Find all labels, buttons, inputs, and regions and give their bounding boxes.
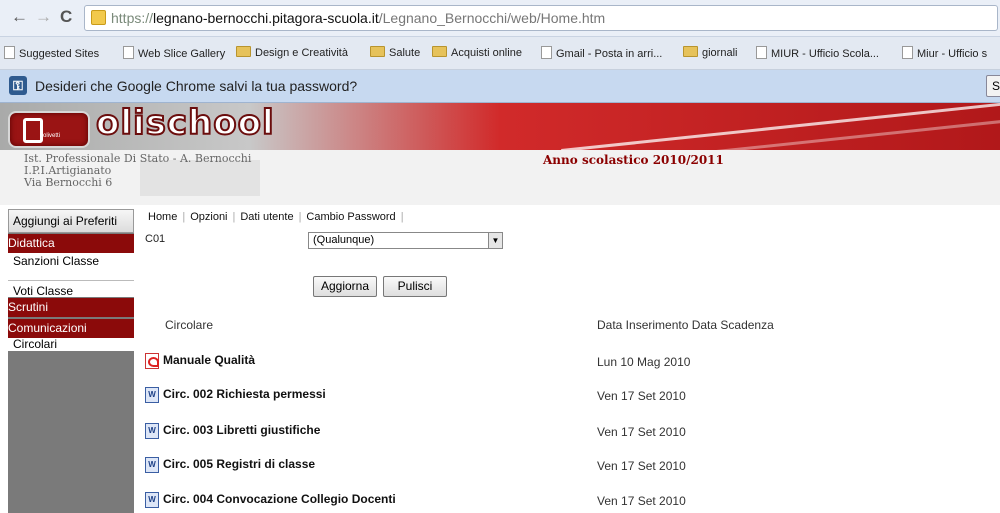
pdf-icon [145, 353, 159, 369]
bookmarks-bar: Suggested Sites Web Slice Gallery Design… [0, 37, 1000, 70]
sidebar-section-didattica[interactable]: Didattica [8, 234, 134, 253]
save-password-button[interactable]: S [986, 75, 1000, 97]
school-year: Anno scolastico 2010/2011 [543, 153, 724, 167]
column-header-dates: Data Inserimento Data Scadenza [597, 318, 774, 332]
word-doc-icon: W [145, 457, 159, 473]
address-bar[interactable]: https://legnano-bernocchi.pitagora-scuol… [84, 5, 998, 31]
sidebar-item-circolari[interactable]: Circolari [8, 338, 134, 351]
security-warning-icon [91, 10, 106, 25]
insertion-date: Lun 10 Mag 2010 [597, 355, 691, 369]
reload-icon[interactable]: C [60, 7, 72, 27]
menu-cambio-password[interactable]: Cambio Password [306, 211, 395, 223]
select-value: (Qualunque) [313, 234, 375, 246]
folder-icon [370, 46, 385, 57]
insertion-date: Ven 17 Set 2010 [597, 389, 686, 403]
circolare-title-link[interactable]: Circ. 003 Libretti giustifiche [163, 423, 320, 437]
folder-icon [683, 46, 698, 57]
school-info: Ist. Professionale Di Stato - A. Bernocc… [24, 153, 251, 189]
site-banner: olivetti olischool [0, 103, 1000, 150]
bookmark-acquisti-online[interactable]: Acquisti online [432, 46, 522, 59]
chevron-down-icon[interactable]: ▼ [488, 233, 502, 248]
key-icon: ⚿ [9, 76, 27, 95]
circolare-title-link[interactable]: Circ. 004 Convocazione Collegio Docenti [163, 492, 396, 506]
url-protocol: https:// [111, 10, 154, 26]
bookmark-miur-ufficio-scola[interactable]: MIUR - Ufficio Scola... [756, 46, 879, 60]
top-menu: Home | Opzioni | Dati utente | Cambio Password… [148, 211, 404, 223]
add-to-favorites-button[interactable]: Aggiungi ai Preferiti [8, 209, 134, 233]
url-host: legnano-bernocchi.pitagora-scuola.it [153, 10, 379, 26]
page-icon [4, 46, 15, 59]
circolare-title-link[interactable]: Circ. 005 Registri di classe [163, 457, 315, 471]
sidebar: Aggiungi ai Preferiti Didattica Sanzioni… [8, 209, 134, 513]
menu-opzioni[interactable]: Opzioni [190, 211, 227, 223]
olivetti-logo: olivetti [8, 111, 90, 148]
school-address: Via Bernocchi 6 [24, 176, 113, 189]
page-icon [541, 46, 552, 59]
bookmark-web-slice-gallery[interactable]: Web Slice Gallery [123, 46, 225, 60]
password-infobar: ⚿ Desideri che Google Chrome salvi la tu… [0, 70, 1000, 103]
infobar-message: Desideri che Google Chrome salvi la tua … [35, 78, 358, 94]
insertion-date: Ven 17 Set 2010 [597, 425, 686, 439]
bookmark-miur-ufficio[interactable]: Miur - Ufficio s [902, 46, 987, 60]
browser-toolbar: ← → C https://legnano-bernocchi.pitagora… [0, 0, 1000, 37]
insertion-date: Ven 17 Set 2010 [597, 459, 686, 473]
word-doc-icon: W [145, 387, 159, 403]
column-header-circolare: Circolare [165, 318, 214, 332]
page-icon [902, 46, 913, 59]
category-select[interactable]: (Qualunque) ▼ [308, 232, 503, 249]
school-header: Ist. Professionale Di Stato - A. Bernocc… [0, 150, 1000, 205]
update-button[interactable]: Aggiorna [313, 276, 377, 297]
filter-label: C01 [145, 233, 166, 245]
folder-icon [432, 46, 447, 57]
sidebar-section-comunicazioni[interactable]: Comunicazioni [8, 319, 134, 338]
bookmark-giornali[interactable]: giornali [683, 46, 737, 59]
bookmark-salute[interactable]: Salute [370, 46, 420, 59]
back-arrow-icon[interactable]: ← [11, 7, 28, 27]
folder-icon [236, 46, 251, 57]
sidebar-section-scrutini[interactable]: Scrutini [8, 298, 134, 317]
insertion-date: Ven 17 Set 2010 [597, 494, 686, 508]
menu-dati-utente[interactable]: Dati utente [240, 211, 293, 223]
circolare-title-link[interactable]: Manuale Qualità [163, 353, 255, 367]
circolare-title-link[interactable]: Circ. 002 Richiesta permessi [163, 387, 326, 401]
sidebar-item-sanzioni-classe[interactable]: Sanzioni Classe [8, 253, 134, 281]
url-path: /Legnano_Bernocchi/web/Home.htm [378, 10, 606, 26]
word-doc-icon: W [145, 492, 159, 508]
page-icon [756, 46, 767, 59]
word-doc-icon: W [145, 423, 159, 439]
bookmark-suggested-sites[interactable]: Suggested Sites [4, 46, 99, 60]
bookmark-gmail[interactable]: Gmail - Posta in arri... [541, 46, 662, 60]
forward-arrow-icon[interactable]: → [35, 7, 52, 27]
bookmark-design-creativita[interactable]: Design e Creatività [236, 46, 348, 59]
olischool-logo-text: olischool [95, 103, 275, 144]
sidebar-item-voti-classe[interactable]: Voti Classe [8, 281, 134, 298]
clear-button[interactable]: Pulisci [383, 276, 447, 297]
menu-home[interactable]: Home [148, 211, 177, 223]
page-icon [123, 46, 134, 59]
